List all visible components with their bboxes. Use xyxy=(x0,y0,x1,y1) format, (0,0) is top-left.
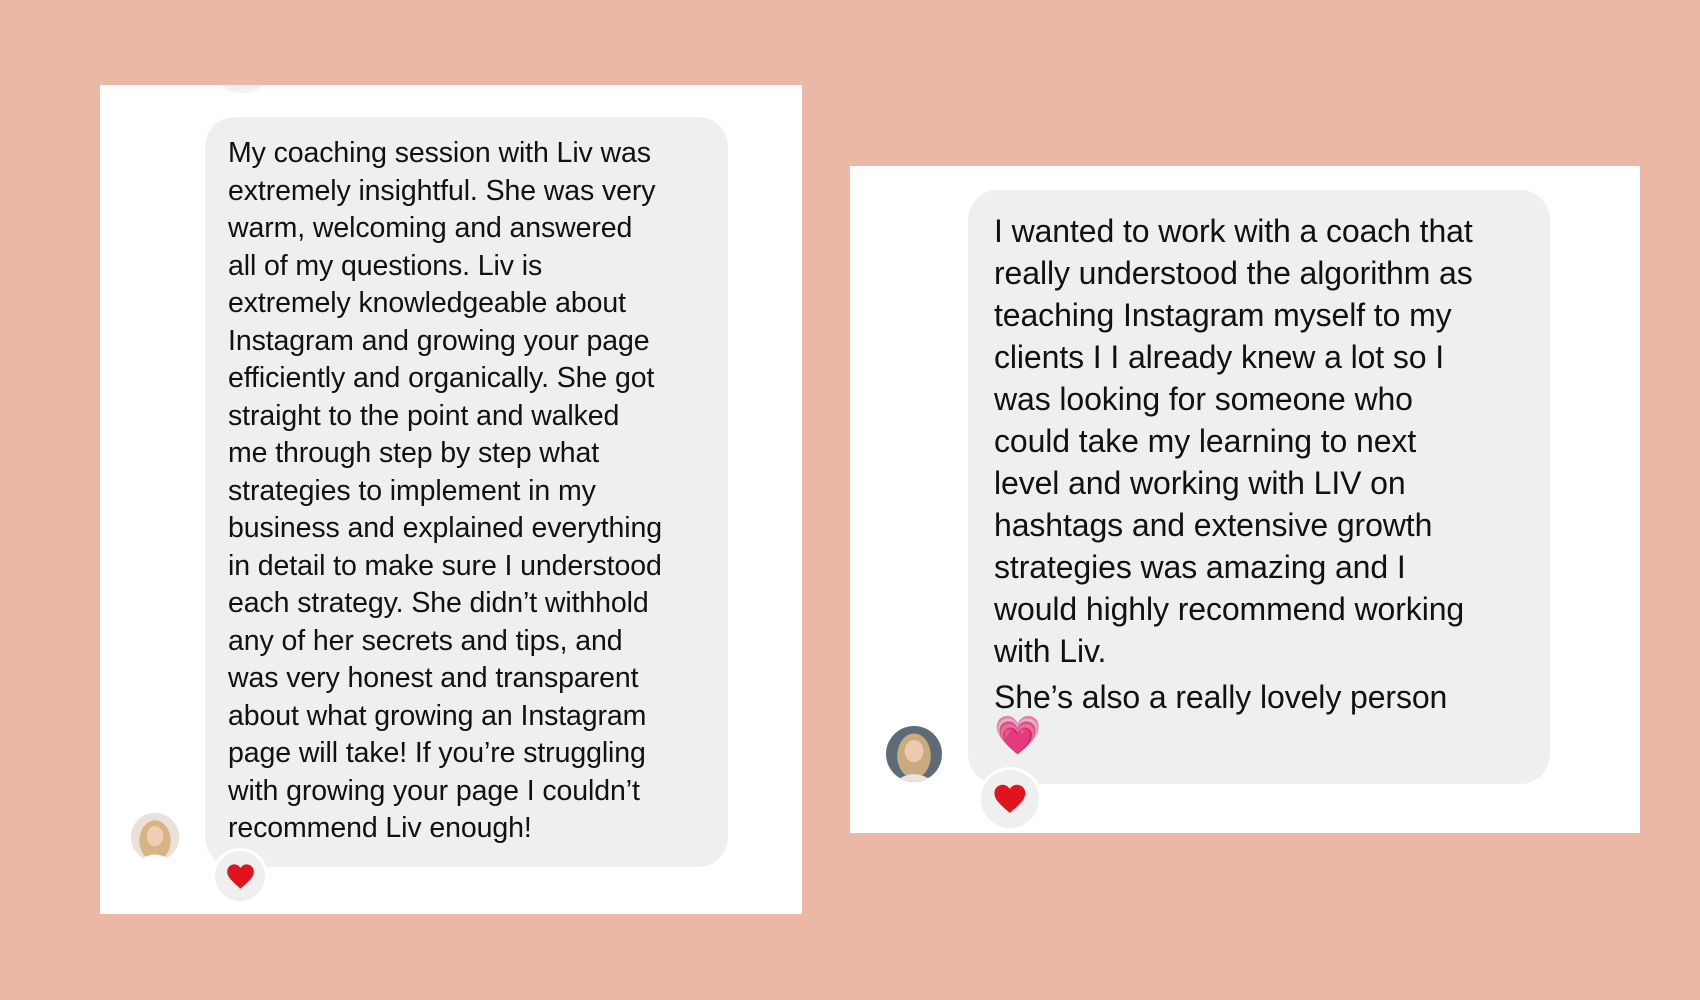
sender-avatar[interactable] xyxy=(884,724,944,784)
message-text: I wanted to work with a coach that reall… xyxy=(994,213,1473,669)
reaction-badge[interactable] xyxy=(212,848,268,904)
sender-avatar[interactable] xyxy=(129,811,181,863)
heart-icon xyxy=(226,863,254,889)
previous-reaction-peek xyxy=(219,85,265,93)
message-text: My coaching session with Liv was extreme… xyxy=(228,137,662,844)
heart-icon xyxy=(994,784,1026,814)
message-bubble[interactable]: My coaching session with Liv was extreme… xyxy=(205,117,728,867)
reaction-badge[interactable] xyxy=(978,767,1042,831)
avatar-portrait-icon xyxy=(131,813,179,861)
message-bubble[interactable]: I wanted to work with a coach that reall… xyxy=(968,190,1550,784)
avatar-portrait-icon xyxy=(886,726,942,782)
message-text-secondary: She’s also a really lovely person xyxy=(994,679,1448,715)
testimonial-card-left: My coaching session with Liv was extreme… xyxy=(100,85,802,914)
pink-heart-emoji: 💗 xyxy=(994,715,1042,757)
testimonial-card-right: I wanted to work with a coach that reall… xyxy=(850,166,1640,833)
